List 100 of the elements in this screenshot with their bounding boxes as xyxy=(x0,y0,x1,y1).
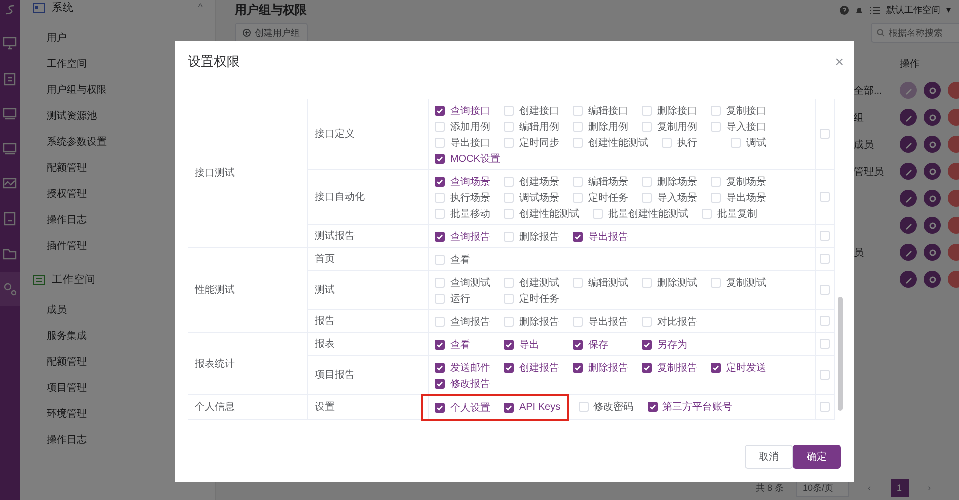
permission-label: 创建场景 xyxy=(519,176,560,188)
caret-icon[interactable]: ▾ xyxy=(946,4,951,16)
permission-label: 导出报告 xyxy=(588,316,628,328)
permission-label: 导入场景 xyxy=(657,192,698,204)
settings-button[interactable] xyxy=(924,109,941,126)
checkbox[interactable] xyxy=(642,340,652,350)
permission-label: 编辑用例 xyxy=(519,120,560,134)
checkbox[interactable] xyxy=(504,362,514,372)
feature-name: 接口自动化 xyxy=(315,192,366,203)
section-title: 系统 xyxy=(52,1,75,15)
settings-button[interactable] xyxy=(924,244,941,261)
checkbox[interactable] xyxy=(504,340,514,350)
help-icon[interactable] xyxy=(840,6,850,14)
settings-button[interactable] xyxy=(924,163,941,180)
permission-label: 复制测试 xyxy=(726,276,766,290)
permission-label: 删除测试 xyxy=(657,276,698,290)
feature-name: 首页 xyxy=(315,254,336,265)
monitor-icon[interactable] xyxy=(3,37,17,51)
edit-button[interactable] xyxy=(900,136,917,153)
window-icon[interactable] xyxy=(3,107,17,121)
permission-label: 另存为 xyxy=(657,338,688,352)
checkbox[interactable] xyxy=(573,340,584,350)
close-button[interactable]: × xyxy=(835,54,844,70)
permission-label: 删除场景 xyxy=(657,176,698,188)
permission-label: 删除报告 xyxy=(519,230,560,244)
permission-label: 定时同步 xyxy=(519,136,560,150)
checkbox[interactable] xyxy=(711,362,722,372)
checkbox[interactable] xyxy=(435,362,446,372)
section-title: 工作空间 xyxy=(52,273,97,287)
page-title: 用户组与权限 xyxy=(235,2,308,18)
checkbox[interactable] xyxy=(504,402,514,412)
settings-button[interactable] xyxy=(924,271,941,288)
module-name: 性能测试 xyxy=(195,285,235,296)
pencil-icon xyxy=(904,276,912,284)
permission-label: 保存 xyxy=(588,338,608,352)
workspace-dropdown[interactable]: 默认工作空间 xyxy=(886,4,940,16)
menu-item[interactable]: 用户 xyxy=(20,26,215,52)
permission-label: 复制用例 xyxy=(657,120,698,134)
checkbox[interactable] xyxy=(648,402,658,412)
chart-icon[interactable] xyxy=(3,177,17,191)
confirm-button[interactable]: 确定 xyxy=(793,445,841,469)
folder-icon[interactable] xyxy=(3,247,17,261)
table-cell-text: 管理员 xyxy=(854,166,885,178)
cancel-button[interactable]: 取消 xyxy=(745,445,793,469)
checkbox[interactable] xyxy=(435,232,446,242)
search-field[interactable]: 根据名称搜索 xyxy=(871,23,959,43)
table-cell-text: 员 xyxy=(854,246,865,260)
checkbox[interactable] xyxy=(435,378,446,388)
checkbox[interactable] xyxy=(435,340,446,350)
permission-label: 创建接口 xyxy=(519,104,560,118)
permission-item[interactable]: 第三方平台账号 xyxy=(648,399,733,414)
permission-label: 执行场景 xyxy=(450,192,490,204)
checkbox[interactable] xyxy=(435,402,446,412)
edit-button[interactable] xyxy=(900,244,917,261)
feature-name: 接口定义 xyxy=(315,129,356,140)
edit-button[interactable] xyxy=(900,217,917,234)
settings-button[interactable] xyxy=(924,82,941,99)
checkbox[interactable] xyxy=(435,106,446,116)
permission-label: 复制报告 xyxy=(657,362,698,374)
search-icon xyxy=(877,29,885,37)
scrollbar-thumb[interactable] xyxy=(838,297,843,411)
feature-name: 测试报告 xyxy=(315,231,356,242)
checkbox[interactable] xyxy=(435,176,446,186)
permission-label: 复制场景 xyxy=(726,176,766,188)
settings-button[interactable] xyxy=(924,136,941,153)
table-cell-text: 成员 xyxy=(854,138,875,152)
permission-item[interactable]: 修改密码 xyxy=(578,399,634,414)
page-button[interactable]: 1 xyxy=(890,479,909,497)
feature-name: 测试 xyxy=(315,285,336,296)
total-count: 共 8 条 xyxy=(756,482,784,494)
permission-label: 第三方平台账号 xyxy=(662,400,733,414)
module-name: 个人信息 xyxy=(195,402,235,413)
settings-button[interactable] xyxy=(924,190,941,207)
edit-button[interactable] xyxy=(900,271,917,288)
permission-label: 批量移动 xyxy=(450,208,490,220)
permission-label: 编辑测试 xyxy=(588,276,628,290)
bell-icon[interactable] xyxy=(855,6,864,14)
id-card-icon xyxy=(33,3,45,13)
permission-label: 查询场景 xyxy=(450,176,490,188)
create-button[interactable]: 创建用户组 xyxy=(235,23,308,43)
document-icon[interactable] xyxy=(3,212,17,226)
permission-label: 定时任务 xyxy=(588,192,628,204)
list-icon[interactable] xyxy=(870,6,880,14)
settings-button[interactable] xyxy=(924,217,941,234)
chevron-icon: ^ xyxy=(198,2,203,14)
permission-label: 导入接口 xyxy=(726,120,766,134)
pencil-icon xyxy=(904,86,912,94)
permission-label: 删除报告 xyxy=(519,316,560,328)
window-icon[interactable] xyxy=(3,142,17,156)
edit-button[interactable] xyxy=(900,190,917,207)
checkbox[interactable] xyxy=(573,362,584,372)
permission-label: 导出 xyxy=(519,338,540,352)
edit-button[interactable] xyxy=(900,163,917,180)
clipboard-icon[interactable] xyxy=(3,72,17,86)
checkbox[interactable] xyxy=(642,362,652,372)
edit-button[interactable] xyxy=(900,109,917,126)
feature-name: 报表 xyxy=(315,339,336,350)
pencil-icon xyxy=(904,248,912,256)
checkbox[interactable] xyxy=(435,154,446,164)
checkbox[interactable] xyxy=(573,232,584,242)
